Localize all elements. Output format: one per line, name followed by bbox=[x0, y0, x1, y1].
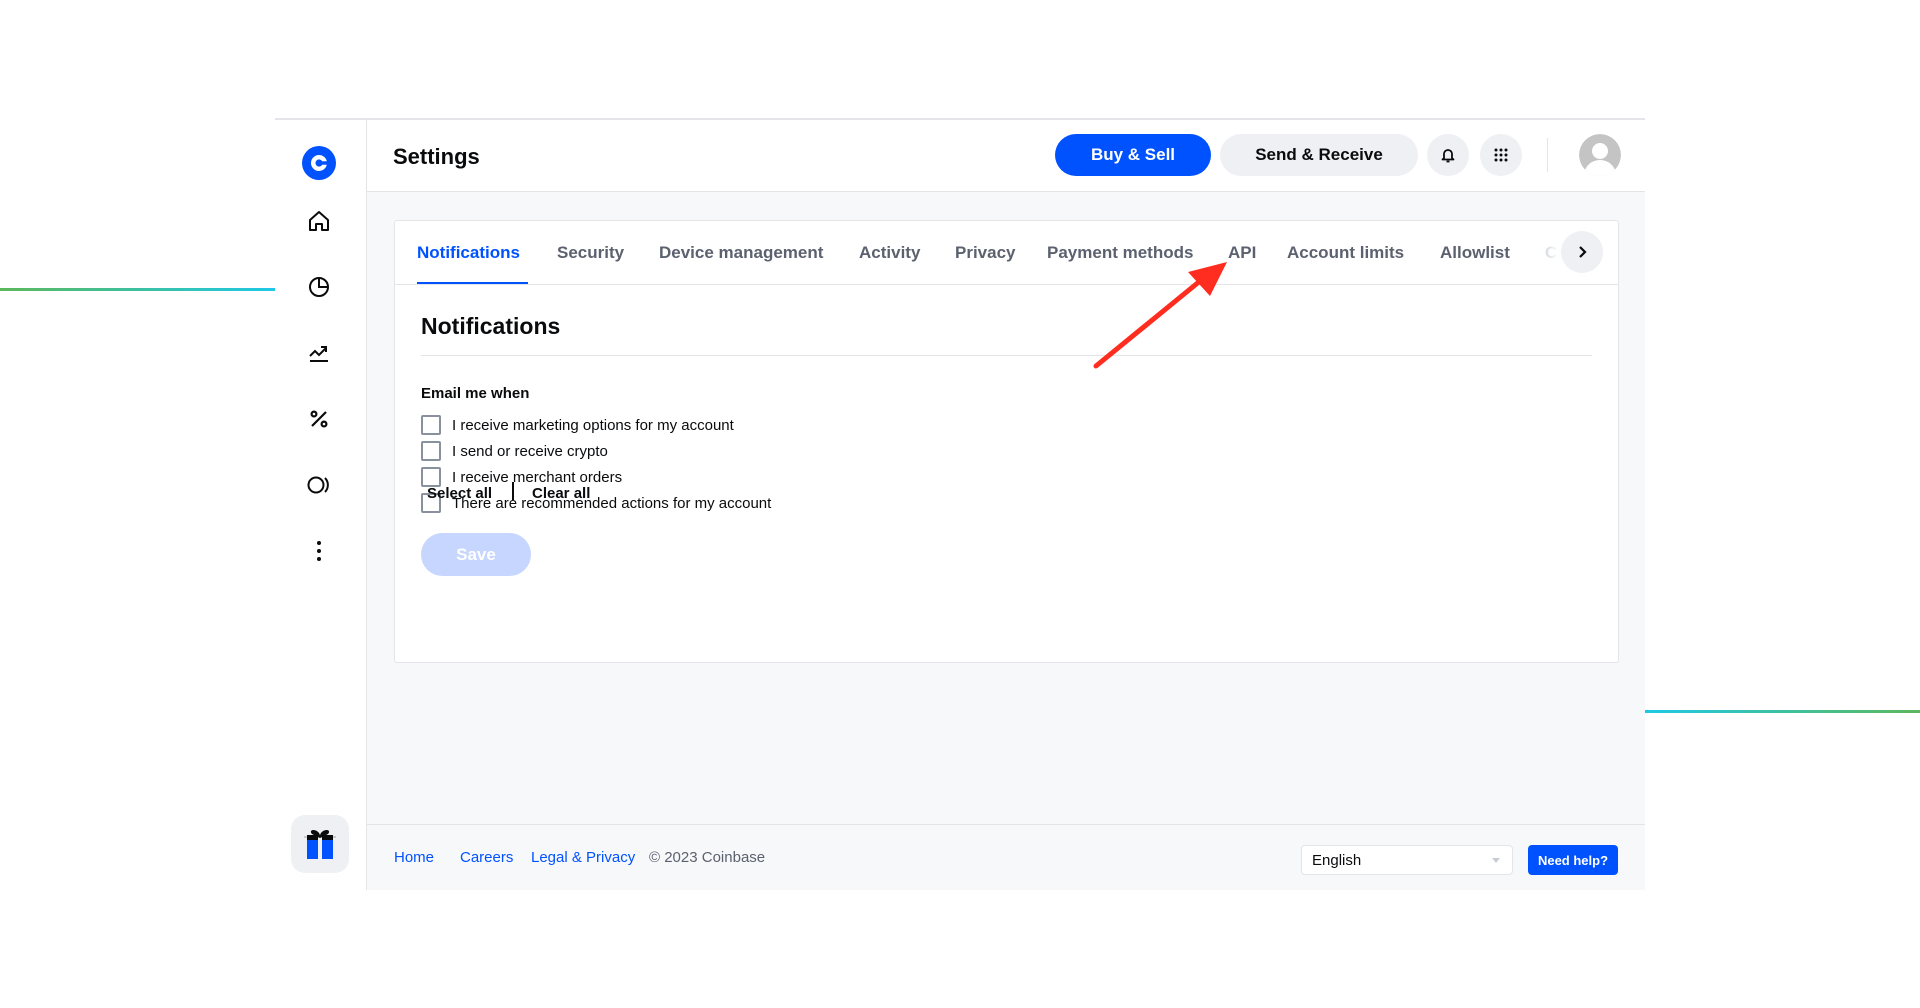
tab-notifications[interactable]: Notifications bbox=[417, 243, 520, 263]
checkbox-label: There are recommended actions for my acc… bbox=[452, 494, 772, 512]
tab-crypto-addresses[interactable]: Crypto addresses bbox=[1545, 243, 1561, 263]
tab-api[interactable]: API bbox=[1228, 243, 1256, 263]
checkbox-box[interactable] bbox=[421, 467, 441, 487]
checkbox-send-receive[interactable]: I send or receive crypto bbox=[421, 440, 608, 462]
user-avatar-icon bbox=[1579, 134, 1621, 176]
top-header: Settings Buy & Sell Send & Receive bbox=[367, 120, 1645, 192]
checkbox-box[interactable] bbox=[421, 441, 441, 461]
footer: Home Careers Legal & Privacy © 2023 Coin… bbox=[367, 824, 1645, 890]
footer-link-home[interactable]: Home bbox=[394, 849, 434, 866]
trend-icon[interactable] bbox=[305, 339, 333, 367]
tab-activity[interactable]: Activity bbox=[859, 243, 920, 263]
coinbase-logo-icon[interactable] bbox=[301, 145, 337, 181]
notifications-button[interactable] bbox=[1427, 134, 1469, 176]
clear-all-link[interactable]: Clear all bbox=[532, 485, 590, 502]
tab-payment-methods[interactable]: Payment methods bbox=[1047, 243, 1193, 263]
buy-sell-button[interactable]: Buy & Sell bbox=[1055, 134, 1211, 176]
select-all-link[interactable]: Select all bbox=[427, 485, 492, 502]
gift-icon bbox=[304, 830, 336, 859]
email-group-label: Email me when bbox=[421, 385, 530, 402]
footer-link-careers[interactable]: Careers bbox=[460, 849, 513, 866]
checkbox-label: I send or receive crypto bbox=[452, 442, 608, 460]
sidebar bbox=[275, 120, 367, 890]
settings-tabs: Notifications Security Device management… bbox=[395, 221, 1618, 285]
language-select[interactable]: English bbox=[1301, 845, 1513, 875]
checkbox-label: I receive marketing options for my accou… bbox=[452, 416, 734, 434]
need-help-button[interactable]: Need help? bbox=[1528, 845, 1618, 875]
send-receive-button[interactable]: Send & Receive bbox=[1220, 134, 1418, 176]
tab-privacy[interactable]: Privacy bbox=[955, 243, 1016, 263]
tab-device-management[interactable]: Device management bbox=[659, 243, 823, 263]
pie-chart-icon[interactable] bbox=[305, 273, 333, 301]
percent-icon[interactable] bbox=[305, 405, 333, 433]
web3-icon[interactable] bbox=[305, 471, 333, 499]
bell-icon bbox=[1441, 149, 1455, 163]
more-vertical-icon[interactable] bbox=[305, 537, 333, 565]
app-window: Settings Buy & Sell Send & Receive Notif… bbox=[275, 118, 1645, 890]
section-title: Notifications bbox=[421, 313, 561, 339]
link-separator bbox=[512, 482, 514, 500]
section-divider bbox=[421, 355, 1592, 356]
tabs-scroll-next-button[interactable] bbox=[1561, 231, 1603, 273]
decorative-line-right bbox=[1645, 710, 1920, 713]
grid-icon bbox=[1494, 148, 1508, 162]
checkbox-box[interactable] bbox=[421, 415, 441, 435]
active-tab-indicator bbox=[417, 282, 528, 284]
save-button[interactable]: Save bbox=[421, 533, 531, 576]
language-value: English bbox=[1312, 852, 1362, 869]
apps-menu-button[interactable] bbox=[1480, 134, 1522, 176]
header-divider bbox=[1547, 138, 1548, 172]
tab-allowlist[interactable]: Allowlist bbox=[1440, 243, 1510, 263]
checkbox-label: I receive merchant orders bbox=[452, 468, 623, 486]
gift-button[interactable] bbox=[291, 815, 349, 873]
home-icon[interactable] bbox=[305, 207, 333, 235]
footer-copyright: © 2023 Coinbase bbox=[649, 849, 766, 866]
caret-down-icon bbox=[1492, 858, 1500, 863]
page-title: Settings bbox=[393, 144, 480, 169]
settings-card: Notifications Security Device management… bbox=[394, 220, 1619, 663]
footer-link-legal-privacy[interactable]: Legal & Privacy bbox=[531, 849, 635, 866]
chevron-right-icon bbox=[1579, 246, 1587, 258]
decorative-line-left bbox=[0, 288, 275, 291]
tab-security[interactable]: Security bbox=[557, 243, 624, 263]
avatar[interactable] bbox=[1579, 134, 1621, 176]
tab-account-limits[interactable]: Account limits bbox=[1287, 243, 1404, 263]
checkbox-marketing[interactable]: I receive marketing options for my accou… bbox=[421, 414, 734, 436]
